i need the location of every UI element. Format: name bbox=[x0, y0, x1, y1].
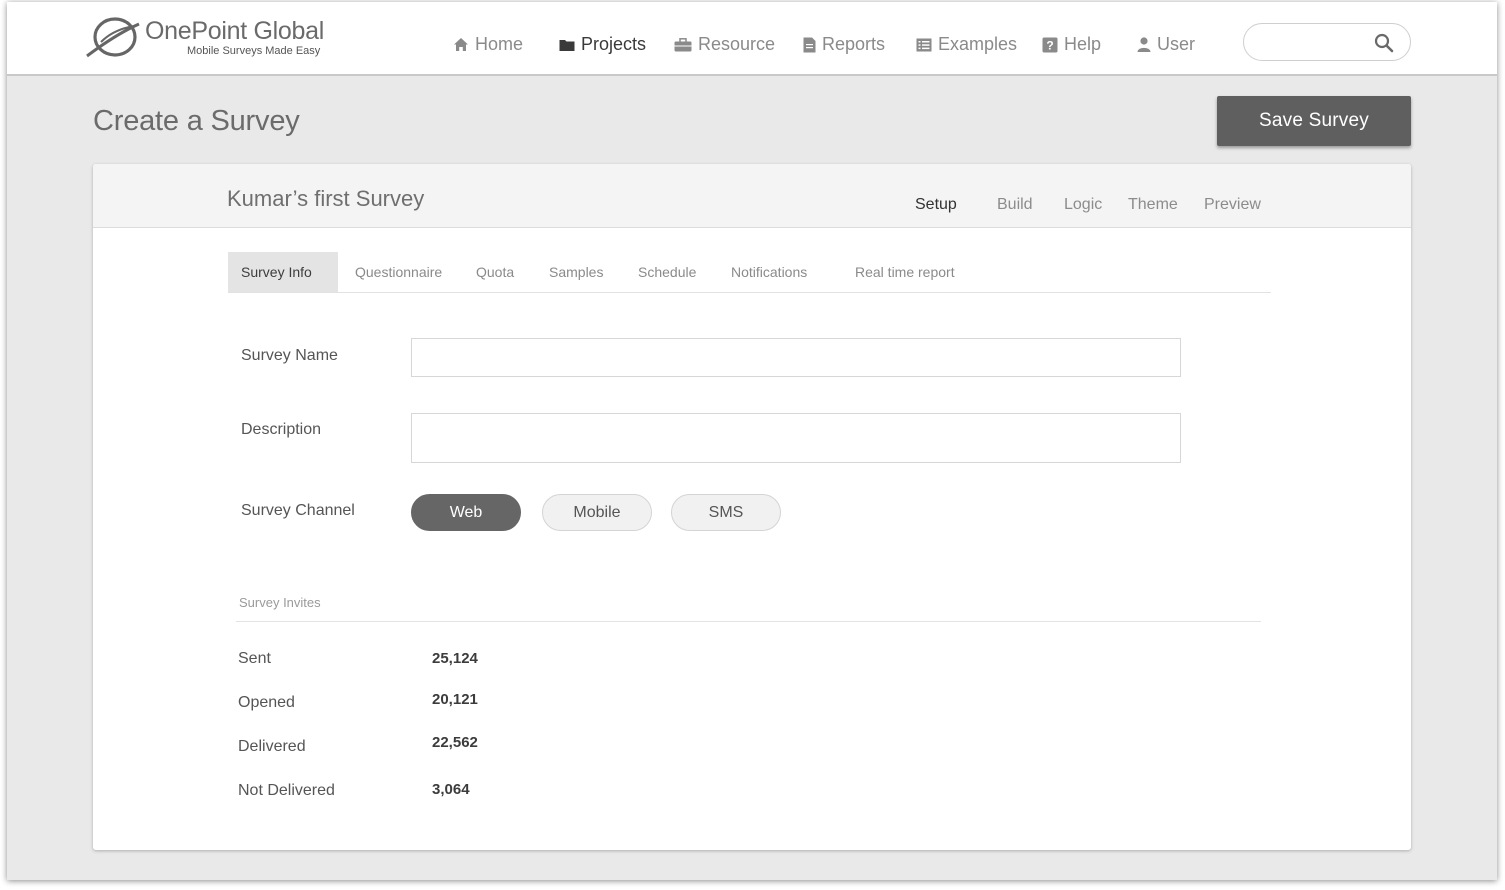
stat-sent-label: Sent bbox=[238, 650, 271, 667]
stat-delivered-label: Delivered bbox=[238, 738, 306, 755]
subtab-survey-info[interactable]: Survey Info bbox=[228, 252, 338, 292]
stage-tab-setup[interactable]: Setup bbox=[915, 196, 957, 214]
setup-subtabs: Survey Info Questionnaire Quota Samples … bbox=[228, 252, 1271, 293]
stage-tab-build[interactable]: Build bbox=[997, 196, 1033, 214]
top-bar: OnePoint Global Mobile Surveys Made Easy… bbox=[7, 2, 1497, 76]
stat-delivered-value: 22,562 bbox=[432, 734, 478, 751]
page-title: Create a Survey bbox=[93, 105, 300, 137]
nav-label-resource: Resource bbox=[698, 34, 776, 54]
help-icon: ? bbox=[1042, 37, 1058, 52]
survey-invites-heading: Survey Invites bbox=[239, 595, 321, 610]
nav-item-help[interactable]: ? Help bbox=[1042, 34, 1101, 55]
subtab-questionnaire[interactable]: Questionnaire bbox=[355, 252, 442, 292]
survey-title: Kumar’s first Survey bbox=[227, 186, 425, 211]
nav-item-projects[interactable]: Projects bbox=[559, 34, 646, 55]
survey-channel-label: Survey Channel bbox=[241, 502, 355, 519]
survey-card-header: Kumar’s first Survey Setup Build Logic T… bbox=[93, 164, 1411, 228]
stat-opened-value: 20,121 bbox=[432, 691, 478, 708]
nav-item-examples[interactable]: Examples bbox=[916, 34, 1017, 55]
channel-sms-button[interactable]: SMS bbox=[671, 494, 781, 531]
save-survey-button[interactable]: Save Survey bbox=[1217, 96, 1411, 146]
subtab-schedule[interactable]: Schedule bbox=[638, 252, 696, 292]
description-label: Description bbox=[241, 421, 322, 438]
nav-item-resource[interactable]: Resource bbox=[674, 34, 775, 55]
nav-label-projects: Projects bbox=[581, 34, 647, 54]
brand-name: OnePoint Global bbox=[145, 17, 324, 45]
svg-text:?: ? bbox=[1046, 38, 1053, 52]
subtab-real-time-report[interactable]: Real time report bbox=[855, 252, 955, 292]
channel-mobile-button[interactable]: Mobile bbox=[542, 494, 652, 531]
document-icon bbox=[803, 37, 816, 52]
subtab-notifications[interactable]: Notifications bbox=[731, 252, 807, 292]
stat-opened-label: Opened bbox=[238, 694, 295, 711]
channel-web-button[interactable]: Web bbox=[411, 494, 521, 531]
subtab-quota[interactable]: Quota bbox=[476, 252, 514, 292]
search-box bbox=[1243, 23, 1411, 61]
user-icon bbox=[1137, 37, 1151, 52]
survey-card: Kumar’s first Survey Setup Build Logic T… bbox=[93, 164, 1411, 850]
stage-tab-preview[interactable]: Preview bbox=[1204, 196, 1261, 214]
survey-name-input[interactable] bbox=[411, 338, 1181, 377]
subtab-samples[interactable]: Samples bbox=[549, 252, 603, 292]
stage-tab-logic[interactable]: Logic bbox=[1064, 196, 1102, 214]
stage-tab-theme[interactable]: Theme bbox=[1128, 196, 1178, 214]
nav-label-examples: Examples bbox=[938, 34, 1018, 54]
brand-tagline: Mobile Surveys Made Easy bbox=[187, 45, 321, 57]
search-icon[interactable] bbox=[1374, 33, 1394, 53]
stat-not-delivered-value: 3,064 bbox=[432, 781, 470, 798]
nav-label-reports: Reports bbox=[822, 34, 886, 54]
briefcase-icon bbox=[674, 37, 692, 51]
nav-item-reports[interactable]: Reports bbox=[803, 34, 885, 55]
logo-mark-icon bbox=[86, 17, 140, 58]
survey-name-label: Survey Name bbox=[241, 347, 338, 364]
section-divider bbox=[236, 621, 1261, 622]
nav-label-user: User bbox=[1157, 34, 1196, 54]
stat-not-delivered-label: Not Delivered bbox=[238, 782, 335, 799]
search-input[interactable] bbox=[1258, 32, 1368, 52]
nav-item-user[interactable]: User bbox=[1137, 34, 1195, 55]
home-icon bbox=[454, 38, 468, 51]
nav-label-home: Home bbox=[475, 34, 524, 54]
nav-label-help: Help bbox=[1064, 34, 1102, 54]
app-frame: OnePoint Global Mobile Surveys Made Easy… bbox=[7, 2, 1497, 880]
stat-sent-value: 25,124 bbox=[432, 650, 478, 667]
list-icon bbox=[916, 38, 932, 51]
description-input[interactable] bbox=[411, 413, 1181, 463]
folder-icon bbox=[559, 39, 575, 51]
nav-item-home[interactable]: Home bbox=[453, 34, 523, 55]
brand-logo[interactable]: OnePoint Global Mobile Surveys Made Easy bbox=[85, 12, 335, 64]
